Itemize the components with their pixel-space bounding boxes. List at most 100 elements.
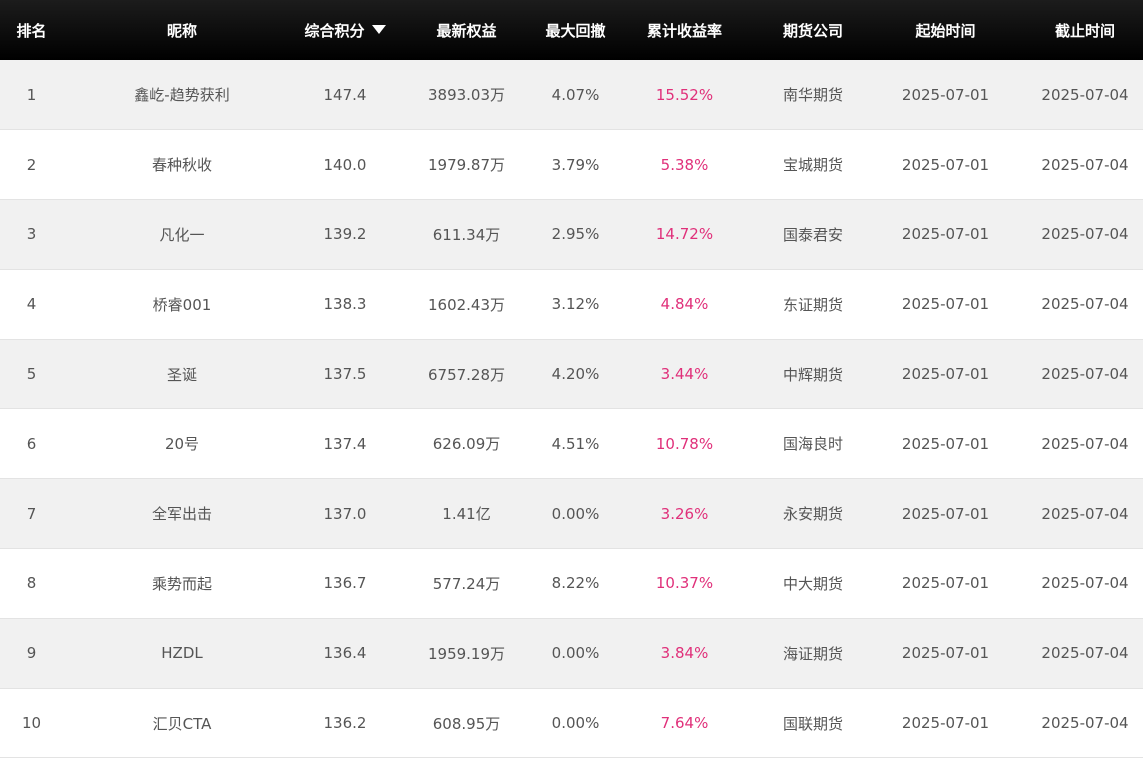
equity-cell: 6757.28万 [427,365,506,384]
company-cell: 国泰君安 [782,225,843,244]
start-date-cell: 2025-07-01 [901,574,990,593]
return-cell: 15.52% [655,85,714,104]
end-date-cell: 2025-07-04 [1041,644,1129,663]
end-date-cell: 2025-07-04 [1041,85,1129,104]
score-cell: 140.0 [323,155,367,174]
start-date-cell: 2025-07-01 [901,644,990,663]
table-row[interactable]: 3 凡化一 139.2 611.34万 2.95% 14.72% 国泰君安 2025-07-0… [0,199,1143,270]
nickname-cell: 凡化一 [159,225,205,244]
table-row[interactable]: 4 桥睿001 138.3 1602.43万 3.12% 4.84% 东证期货 2025-07… [0,269,1143,340]
drawdown-cell: 4.20% [551,365,600,384]
return-cell: 4.84% [660,295,709,314]
score-cell: 137.4 [323,434,367,453]
header-drawdown[interactable]: 最大回撤 [544,0,607,60]
equity-cell: 1959.19万 [427,644,506,663]
table-header-row: 排名 昵称 综合积分 最新权益 最大回撤 累计收益率 期货公司 起始时间 截止时… [0,0,1143,60]
header-rank[interactable]: 排名 [0,0,63,60]
start-date-cell: 2025-07-01 [901,225,990,244]
score-cell: 139.2 [323,225,367,244]
table-row[interactable]: 10 汇贝CTA 136.2 608.95万 0.00% 7.64% 国联期货 2025-07… [0,688,1143,758]
nickname-cell: 20号 [164,435,200,454]
rank-cell: 4 [26,295,37,314]
score-cell: 137.5 [323,365,367,384]
table-row[interactable]: 7 全军出击 137.0 1.41亿 0.00% 3.26% 永安期货 2025-07-01 2… [0,478,1143,549]
end-date-cell: 2025-07-04 [1041,504,1129,523]
score-cell: 136.4 [323,644,367,663]
end-date-cell: 2025-07-04 [1041,225,1129,244]
drawdown-cell: 0.00% [551,644,600,663]
return-cell: 3.26% [660,504,709,523]
equity-cell: 577.24万 [432,574,501,593]
nickname-cell: 春种秋收 [151,156,212,175]
equity-cell: 608.95万 [432,714,501,733]
score-cell: 147.4 [323,85,367,104]
company-cell: 永安期货 [782,505,843,524]
equity-cell: 1979.87万 [427,156,506,175]
start-date-cell: 2025-07-01 [901,155,990,174]
header-score-label: 综合积分 [304,21,365,40]
return-cell: 10.78% [655,434,714,453]
header-nickname[interactable]: 昵称 [63,0,301,60]
table-row[interactable]: 6 20号 137.4 626.09万 4.51% 10.78% 国海良时 2025-07-0… [0,408,1143,479]
drawdown-cell: 8.22% [551,574,600,593]
company-cell: 国海良时 [782,435,843,454]
equity-cell: 611.34万 [432,225,501,244]
rank-cell: 8 [26,574,37,593]
drawdown-cell: 2.95% [551,225,600,244]
nickname-cell: 圣诞 [166,365,197,384]
header-end-date[interactable]: 截止时间 [1027,0,1143,60]
header-equity[interactable]: 最新权益 [389,0,544,60]
end-date-cell: 2025-07-04 [1041,574,1129,593]
header-start-date[interactable]: 起始时间 [864,0,1027,60]
nickname-cell: HZDL [161,644,203,663]
drawdown-cell: 3.12% [551,295,600,314]
company-cell: 南华期货 [782,86,843,105]
drawdown-cell: 3.79% [551,155,600,174]
rank-cell: 2 [26,155,37,174]
return-cell: 5.38% [660,155,709,174]
start-date-cell: 2025-07-01 [901,714,990,733]
drawdown-cell: 4.51% [551,434,600,453]
return-cell: 3.84% [660,644,709,663]
return-cell: 14.72% [655,225,714,244]
nickname-cell: 全军出击 [151,505,212,524]
company-cell: 宝城期货 [782,156,843,175]
header-score[interactable]: 综合积分 [301,0,389,60]
start-date-cell: 2025-07-01 [901,504,990,523]
rank-cell: 6 [26,434,37,453]
end-date-cell: 2025-07-04 [1041,434,1129,453]
table-row[interactable]: 1 鑫屹-趋势获利 147.4 3893.03万 4.07% 15.52% 南华期货 2025… [0,60,1143,130]
nickname-cell: 鑫屹-趋势获利 [134,86,230,105]
header-company[interactable]: 期货公司 [762,0,864,60]
equity-cell: 1602.43万 [427,295,506,314]
start-date-cell: 2025-07-01 [901,295,990,314]
rank-cell: 9 [26,644,37,663]
company-cell: 国联期货 [782,714,843,733]
score-cell: 136.2 [323,714,367,733]
nickname-cell: 汇贝CTA [152,714,212,733]
return-cell: 7.64% [660,714,709,733]
start-date-cell: 2025-07-01 [901,85,990,104]
nickname-cell: 桥睿001 [152,295,212,314]
rank-cell: 3 [26,225,37,244]
start-date-cell: 2025-07-01 [901,365,990,384]
header-return[interactable]: 累计收益率 [607,0,762,60]
end-date-cell: 2025-07-04 [1041,365,1129,384]
table-row[interactable]: 8 乘势而起 136.7 577.24万 8.22% 10.37% 中大期货 2025-07-… [0,548,1143,619]
table-row[interactable]: 2 春种秋收 140.0 1979.87万 3.79% 5.38% 宝城期货 2025-07-… [0,129,1143,200]
ranking-table: 排名 昵称 综合积分 最新权益 最大回撤 累计收益率 期货公司 起始时间 截止时… [0,0,1143,758]
rank-cell: 1 [26,85,37,104]
drawdown-cell: 0.00% [551,504,600,523]
score-cell: 136.7 [323,574,367,593]
end-date-cell: 2025-07-04 [1041,155,1129,174]
equity-cell: 626.09万 [432,435,501,454]
start-date-cell: 2025-07-01 [901,434,990,453]
caret-down-icon[interactable] [371,24,386,34]
return-cell: 10.37% [655,574,714,593]
table-row[interactable]: 5 圣诞 137.5 6757.28万 4.20% 3.44% 中辉期货 2025-07-01… [0,339,1143,409]
end-date-cell: 2025-07-04 [1041,295,1129,314]
company-cell: 海证期货 [782,644,843,663]
rank-cell: 7 [26,504,37,523]
return-cell: 3.44% [660,365,709,384]
table-row[interactable]: 9 HZDL 136.4 1959.19万 0.00% 3.84% 海证期货 2025-07-… [0,618,1143,689]
